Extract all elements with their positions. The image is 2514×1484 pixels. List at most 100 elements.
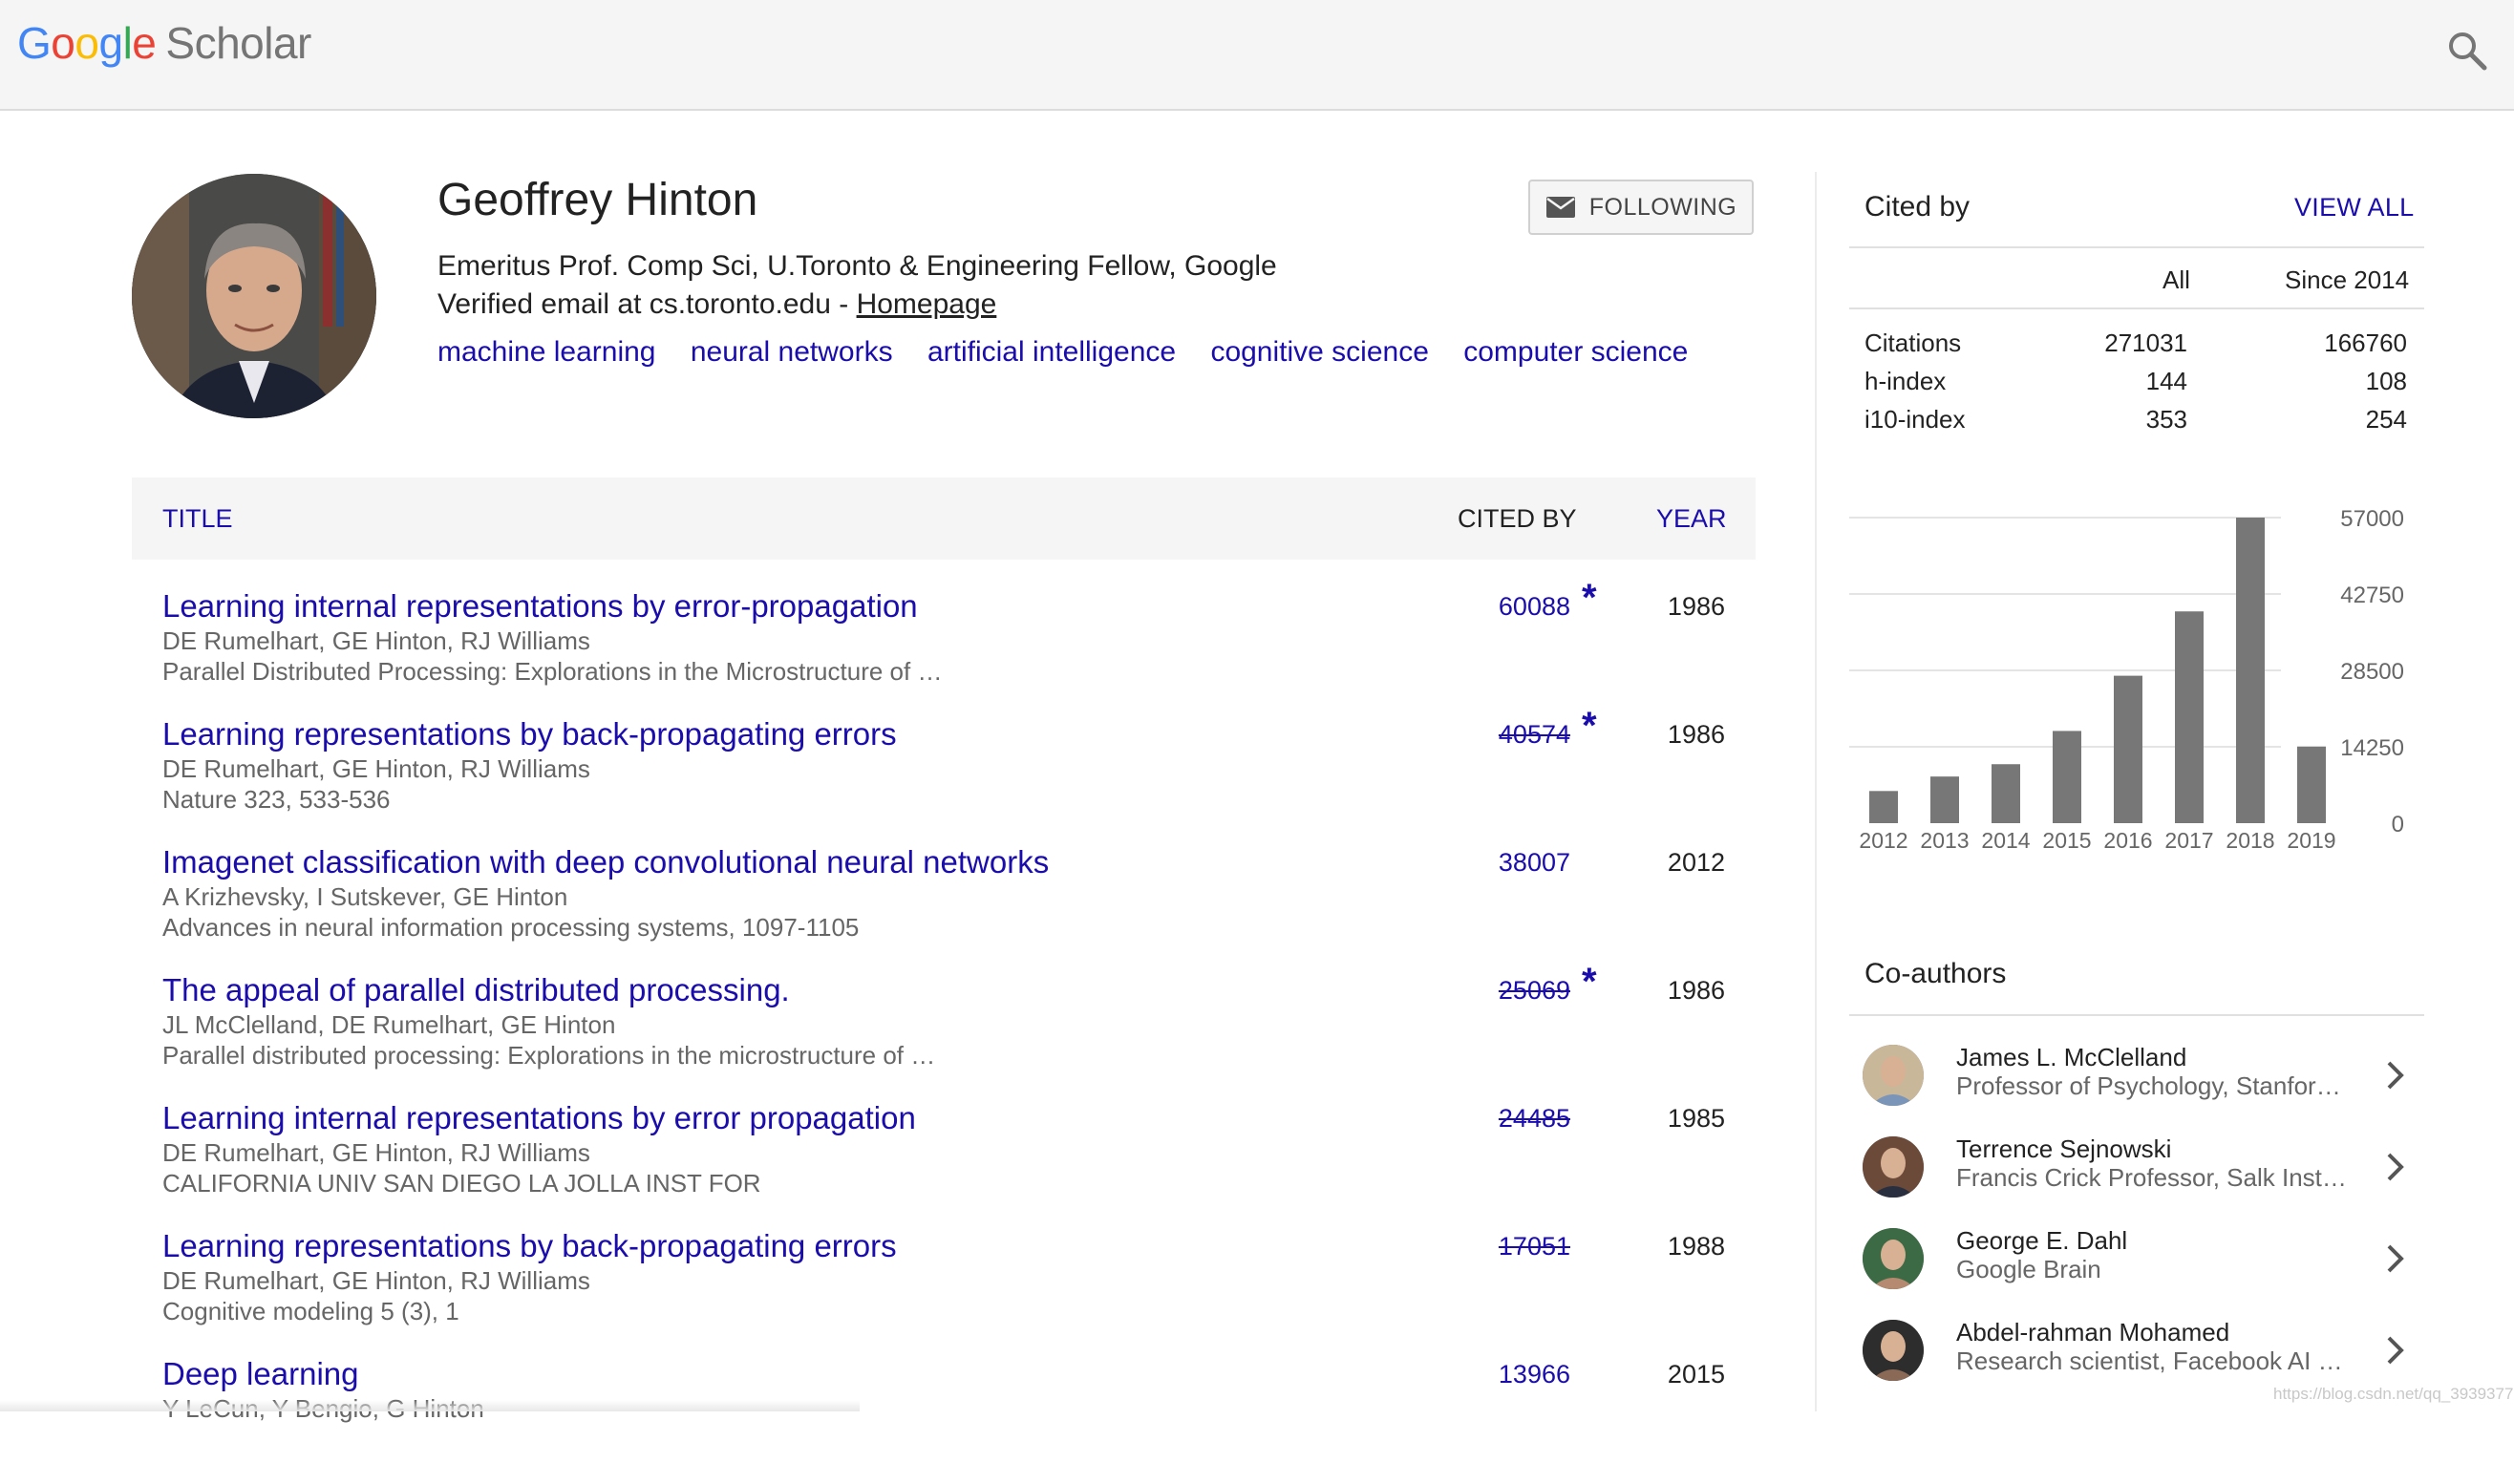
article-venue: Nature 323, 533-536	[162, 785, 391, 814]
chevron-right-icon	[2387, 1244, 2404, 1273]
col-all-header: All	[2162, 265, 2190, 294]
stat-label: i10-index	[1864, 405, 1966, 434]
coauthor-name: Abdel-rahman Mohamed	[1956, 1318, 2230, 1346]
homepage-link[interactable]: Homepage	[857, 288, 997, 320]
merged-citations-marker: *	[1582, 705, 1597, 747]
chevron-right-icon	[2387, 1336, 2404, 1365]
chevron-right-icon	[2387, 1153, 2404, 1181]
email-verified-text: Verified email at cs.toronto.edu -	[437, 288, 857, 320]
coauthor-item[interactable]: James L. McClelland Professor of Psycholo…	[1863, 1041, 2417, 1117]
interest-link[interactable]: artificial intelligence	[927, 336, 1176, 368]
article-title-link[interactable]: Deep learning	[162, 1356, 358, 1392]
citation-bar[interactable]	[2053, 731, 2081, 823]
article-authors: A Krizhevsky, I Sutskever, GE Hinton	[162, 882, 568, 911]
article-title-link[interactable]: Learning representations by back-propaga…	[162, 716, 897, 753]
stat-all: 353	[2145, 405, 2187, 434]
coauthor-avatar	[1863, 1320, 1924, 1381]
article-venue: Advances in neural information processin…	[162, 913, 860, 942]
x-tick-label: 2019	[2287, 828, 2335, 853]
cited-by-title: Cited by	[1864, 191, 1971, 223]
citation-bar[interactable]	[1992, 764, 2020, 823]
cited-by-count-link[interactable]: 13966	[1499, 1360, 1570, 1389]
top-bar: Google Scholar	[0, 0, 2514, 111]
interest-link[interactable]: computer science	[1463, 336, 1688, 368]
coauthor-affiliation: Professor of Psychology, Stanford Univer…	[1956, 1071, 2348, 1100]
coauthor-name: George E. Dahl	[1956, 1226, 2128, 1255]
article-authors: JL McClelland, DE Rumelhart, GE Hinton	[162, 1010, 616, 1039]
article-row: Learning internal representations by err…	[132, 1100, 1756, 1228]
stat-since: 166760	[2324, 329, 2407, 357]
stat-label: h-index	[1864, 367, 1947, 395]
cited-by-count-link[interactable]: 40574	[1499, 720, 1570, 750]
article-year: 1988	[1667, 1232, 1725, 1261]
cited-by-count-link[interactable]: 38007	[1499, 848, 1570, 878]
article-row: Learning representations by back-propaga…	[132, 1228, 1756, 1356]
cited-by-count-link[interactable]: 25069	[1499, 976, 1570, 1006]
coauthor-affiliation: Research scientist, Facebook AI Research	[1956, 1346, 2348, 1375]
article-title-link[interactable]: Learning internal representations by err…	[162, 588, 918, 625]
citation-bar[interactable]	[2297, 746, 2326, 823]
citation-bar[interactable]	[1930, 776, 1959, 823]
coauthor-affiliation: Francis Crick Professor, Salk Institute	[1956, 1163, 2348, 1192]
coauthor-item[interactable]: George E. Dahl Google Brain	[1863, 1224, 2417, 1301]
profile-photo	[132, 174, 376, 418]
citation-bar[interactable]	[2114, 675, 2142, 823]
article-year: 2012	[1667, 848, 1725, 877]
stat-label: Citations	[1864, 329, 1962, 357]
x-tick-label: 2018	[2226, 828, 2274, 853]
view-all-button[interactable]: VIEW ALL	[2294, 193, 2414, 223]
article-venue: Parallel Distributed Processing: Explora…	[162, 657, 943, 686]
cited-by-count-link[interactable]: 17051	[1499, 1232, 1570, 1261]
following-label: FOLLOWING	[1588, 193, 1737, 221]
x-tick-label: 2014	[1981, 828, 2030, 853]
google-scholar-logo[interactable]: Google Scholar	[17, 21, 311, 65]
cited-by-count-link[interactable]: 60088	[1499, 592, 1570, 622]
article-authors: DE Rumelhart, GE Hinton, RJ Williams	[162, 1138, 590, 1167]
x-tick-label: 2016	[2103, 828, 2152, 853]
divider	[1849, 307, 2424, 309]
merged-citations-marker: *	[1582, 961, 1597, 1003]
coauthor-avatar	[1863, 1136, 1924, 1198]
citation-bar[interactable]	[2236, 518, 2265, 823]
coauthor-name: Terrence Sejnowski	[1956, 1134, 2172, 1163]
articles-table-header: TITLE CITED BY YEAR	[132, 477, 1756, 560]
col-since-header: Since 2014	[2285, 265, 2410, 294]
interest-link[interactable]: machine learning	[437, 336, 655, 368]
merged-citations-marker: *	[1582, 577, 1597, 619]
citation-bar[interactable]	[2175, 611, 2204, 823]
divider	[1849, 1014, 2424, 1016]
watermark: https://blog.csdn.net/qq_39393773	[2273, 1385, 2514, 1403]
mail-icon	[1545, 197, 1575, 218]
profile-affiliation: Emeritus Prof. Comp Sci, U.Toronto & Eng…	[437, 250, 1277, 282]
article-venue: Cognitive modeling 5 (3), 1	[162, 1297, 459, 1325]
article-title-link[interactable]: Imagenet classification with deep convol…	[162, 844, 1049, 880]
article-title-link[interactable]: Learning representations by back-propaga…	[162, 1228, 897, 1264]
interest-link[interactable]: neural networks	[691, 336, 893, 368]
y-tick-label: 14250	[2340, 735, 2404, 761]
article-title-link[interactable]: Learning internal representations by err…	[162, 1100, 916, 1136]
cited-by-count-link[interactable]: 24485	[1499, 1104, 1570, 1134]
x-tick-label: 2013	[1920, 828, 1969, 853]
coauthor-item[interactable]: Abdel-rahman Mohamed Research scientist, …	[1863, 1316, 2417, 1392]
x-tick-label: 2012	[1859, 828, 1907, 853]
following-button[interactable]: FOLLOWING	[1528, 180, 1754, 235]
article-year: 1985	[1667, 1104, 1725, 1133]
y-tick-label: 0	[2392, 812, 2404, 837]
article-title-link[interactable]: The appeal of parallel distributed proce…	[162, 972, 790, 1008]
article-row: Imagenet classification with deep convol…	[132, 844, 1756, 972]
article-year: 2015	[1667, 1360, 1725, 1389]
article-row: The appeal of parallel distributed proce…	[132, 961, 1756, 1100]
sort-by-year[interactable]: YEAR	[1656, 504, 1727, 534]
search-icon[interactable]	[2445, 29, 2489, 73]
coauthor-item[interactable]: Terrence Sejnowski Francis Crick Professo…	[1863, 1133, 2417, 1209]
article-row: Deep learningY LeCun, Y Bengio, G Hinton…	[132, 1356, 1756, 1484]
interest-link[interactable]: cognitive science	[1210, 336, 1428, 368]
article-year: 1986	[1667, 976, 1725, 1005]
citations-per-year-chart: 57000 42750 28500 14250 0 2012 2013 2014 2015 201…	[1849, 506, 2404, 853]
profile-name: Geoffrey Hinton	[437, 175, 758, 225]
citation-bar[interactable]	[1869, 791, 1898, 823]
x-tick-label: 2017	[2164, 828, 2213, 853]
sort-by-title[interactable]: TITLE	[162, 504, 233, 534]
y-tick-label: 42750	[2340, 583, 2404, 608]
article-year: 1986	[1667, 720, 1725, 749]
